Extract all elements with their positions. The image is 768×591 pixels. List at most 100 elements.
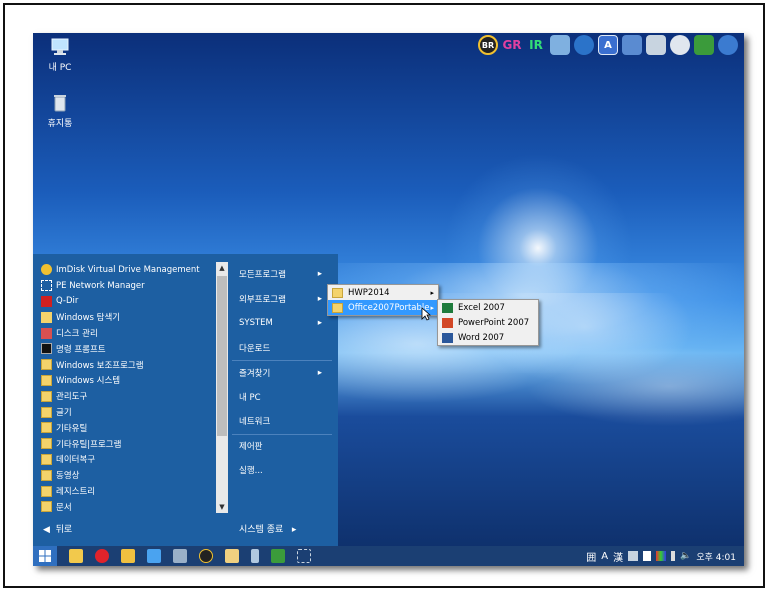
- program-item-folder[interactable]: 동영상: [37, 467, 217, 483]
- br-label: BR: [481, 40, 495, 50]
- program-label: 기타유틸: [56, 423, 88, 434]
- folder-icon: [332, 287, 343, 298]
- folder-icon: [41, 438, 52, 450]
- ime-mode-icon[interactable]: 囲: [586, 549, 596, 564]
- program-item-folder[interactable]: 기타유틸: [37, 420, 217, 436]
- scroll-down-icon[interactable]: ▼: [216, 501, 228, 513]
- battery-icon[interactable]: [671, 551, 676, 561]
- folder-icon: [41, 469, 52, 481]
- taskbar-monitor-icon[interactable]: [271, 549, 285, 563]
- program-item-folder[interactable]: 레지스트리: [37, 483, 217, 499]
- submenu-arrow-icon: ▸: [317, 367, 322, 378]
- scroll-up-icon[interactable]: ▲: [216, 262, 228, 274]
- folder-icon: [41, 374, 52, 386]
- menu-my-pc[interactable]: 내 PC: [232, 385, 332, 410]
- menu-label: 외부프로그램: [239, 294, 286, 305]
- menu-network[interactable]: 네트워크: [232, 409, 332, 434]
- usb-icon[interactable]: [643, 551, 652, 561]
- taskbar-br-icon[interactable]: [199, 549, 213, 563]
- submenu-arrow-icon: ▸: [317, 318, 322, 329]
- flyout-item-excel-2007[interactable]: Excel 2007: [438, 300, 538, 315]
- program-item-folder[interactable]: 관리도구: [37, 388, 217, 404]
- program-item-folder[interactable]: 문서: [37, 499, 217, 512]
- menu-favorites[interactable]: 즐겨찾기 ▸: [232, 360, 332, 385]
- globe-icon[interactable]: [574, 35, 594, 55]
- clock[interactable]: 오후 4:01: [696, 550, 736, 563]
- app-a-icon[interactable]: A: [598, 35, 618, 55]
- program-label: PE Network Manager: [56, 280, 145, 291]
- menu-label: 내 PC: [239, 392, 261, 403]
- desktop-icon-recycle-bin[interactable]: 휴지통: [35, 93, 85, 129]
- br-icon[interactable]: BR: [478, 35, 498, 55]
- menu-downloads[interactable]: 다운로드: [232, 336, 332, 361]
- disk-tool-icon[interactable]: [622, 35, 642, 55]
- network-tool-icon[interactable]: [550, 35, 570, 55]
- folder-icon: [332, 302, 343, 313]
- taskbar-tool-icon[interactable]: [121, 549, 135, 563]
- folder-icon: [41, 501, 52, 512]
- menu-control-panel[interactable]: 제어판: [232, 433, 332, 459]
- flyout-label: Word 2007: [458, 332, 505, 343]
- submenu-arrow-icon: ▸: [317, 269, 322, 280]
- start-button[interactable]: [33, 546, 57, 566]
- program-list-scrollbar[interactable]: ▲ ▼: [216, 262, 228, 513]
- drive-icon[interactable]: [646, 35, 666, 55]
- start-menu: ImDisk Virtual Drive Management PE Netwo…: [33, 254, 338, 546]
- program-label: ImDisk Virtual Drive Management: [56, 264, 200, 275]
- ir-icon[interactable]: IR: [526, 35, 546, 55]
- program-item-explorer[interactable]: Windows 탐색기: [37, 309, 217, 325]
- scrollbar-thumb[interactable]: [217, 276, 227, 436]
- taskbar-fullscreen-icon[interactable]: [297, 549, 311, 563]
- flyout-label: HWP2014: [348, 287, 390, 298]
- ime-hanja-icon[interactable]: 漢: [613, 549, 623, 564]
- network-icon[interactable]: [628, 551, 639, 561]
- flyout-label: PowerPoint 2007: [458, 317, 530, 328]
- cmd-icon: [41, 343, 52, 355]
- taskbar-phone-icon[interactable]: [251, 549, 259, 563]
- ime-alpha-icon[interactable]: A: [601, 551, 608, 562]
- taskbar-explorer-icon[interactable]: [69, 549, 83, 563]
- taskbar-hand-icon[interactable]: [225, 549, 239, 563]
- program-item-folder[interactable]: Windows 시스템: [37, 373, 217, 389]
- menu-all-programs[interactable]: 모든프로그램 ▸: [232, 262, 332, 287]
- flyout-item-hwp2014[interactable]: HWP2014 ▸: [328, 285, 438, 300]
- taskbar-opera-icon[interactable]: [95, 549, 109, 563]
- program-item-folder[interactable]: 글기: [37, 404, 217, 420]
- volume-icon[interactable]: 🔈: [680, 551, 691, 561]
- menu-external-programs[interactable]: 외부프로그램 ▸: [232, 287, 332, 312]
- menu-system[interactable]: SYSTEM ▸: [232, 311, 332, 336]
- program-item-folder[interactable]: 데이터복구: [37, 452, 217, 468]
- taskbar-settings-icon[interactable]: [173, 549, 187, 563]
- screenshot-frame: 내 PC 휴지통 BR GR IR A ImDisk Virtual Drive…: [3, 3, 765, 588]
- menu-run[interactable]: 실행...: [232, 458, 332, 483]
- satellite-icon[interactable]: [670, 35, 690, 55]
- flyout-item-word-2007[interactable]: Word 2007: [438, 330, 538, 345]
- color-icon[interactable]: [656, 551, 667, 561]
- program-item-qdir[interactable]: Q-Dir: [37, 294, 217, 310]
- taskbar-windows-icon[interactable]: [147, 549, 161, 563]
- monitor-icon[interactable]: [694, 35, 714, 55]
- submenu-arrow-icon: ▸: [317, 293, 322, 304]
- folder-icon: [41, 359, 52, 371]
- program-item-folder[interactable]: 기타유틸|프로그램: [37, 436, 217, 452]
- powerpoint-icon: [442, 317, 453, 328]
- flyout-item-powerpoint-2007[interactable]: PowerPoint 2007: [438, 315, 538, 330]
- program-item-pe-network-manager[interactable]: PE Network Manager: [37, 278, 217, 294]
- gr-icon[interactable]: GR: [502, 35, 522, 55]
- menu-label: 모든프로그램: [239, 270, 286, 281]
- desktop-icon-my-pc[interactable]: 내 PC: [35, 37, 85, 73]
- back-button[interactable]: ◀ 뒤로: [43, 522, 72, 535]
- backup-icon[interactable]: [718, 35, 738, 55]
- program-item-disk-management[interactable]: 디스크 관리: [37, 325, 217, 341]
- taskbar: 囲 A 漢 🔈 오후 4:01: [33, 546, 744, 566]
- desktop-icon-label: 내 PC: [48, 63, 72, 73]
- program-item-folder[interactable]: Windows 보조프로그램: [37, 357, 217, 373]
- folder-icon: [41, 406, 52, 418]
- program-item-cmd[interactable]: 명령 프롬프트: [37, 341, 217, 357]
- shutdown-button[interactable]: 시스템 종료 ▸: [239, 522, 296, 535]
- back-arrow-icon: ◀: [43, 525, 50, 535]
- program-label: Windows 시스템: [56, 376, 121, 387]
- program-item-imdisk[interactable]: ImDisk Virtual Drive Management: [37, 262, 217, 278]
- submenu-arrow-icon: ▸: [430, 303, 434, 312]
- explorer-icon: [41, 311, 52, 323]
